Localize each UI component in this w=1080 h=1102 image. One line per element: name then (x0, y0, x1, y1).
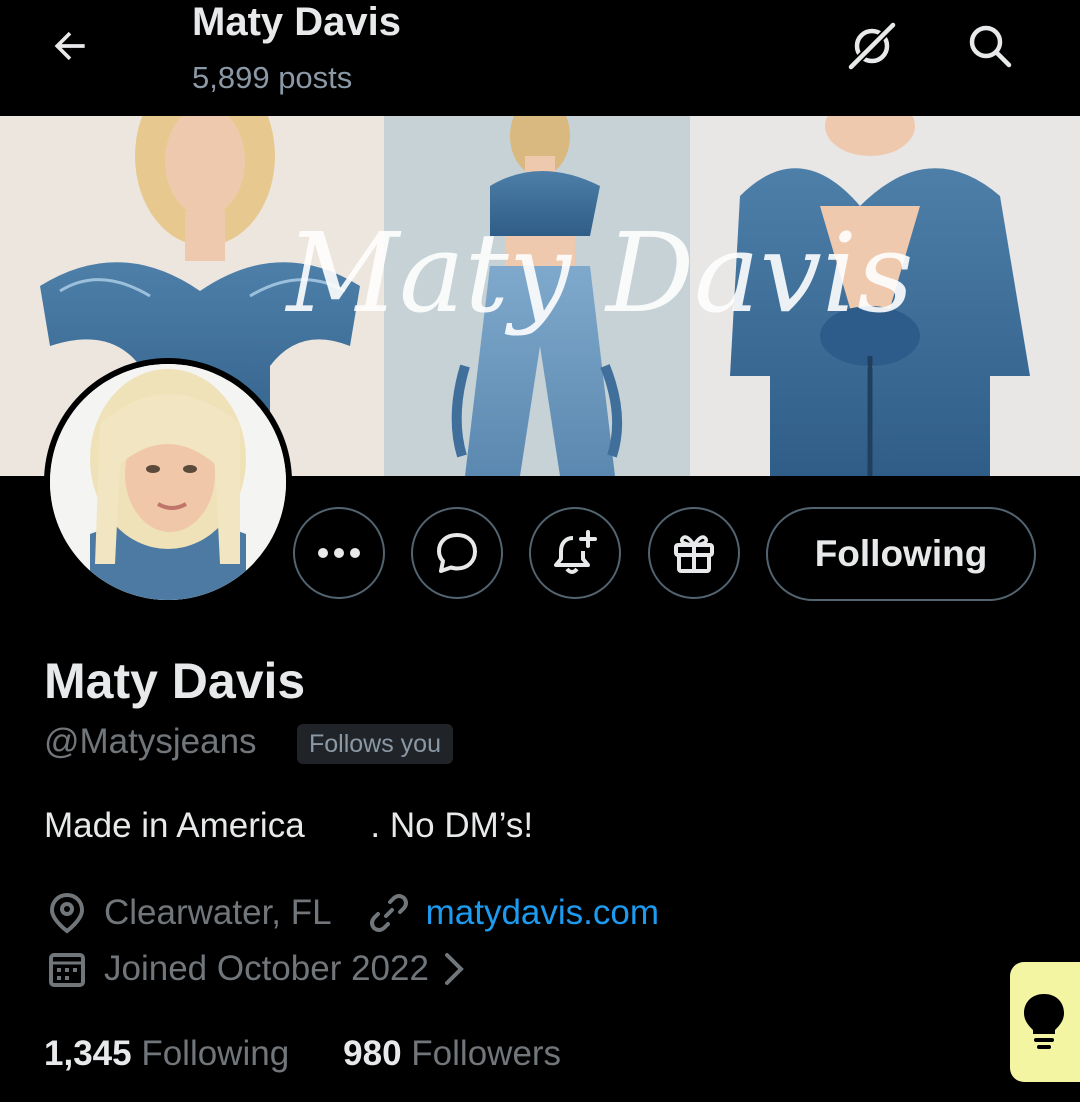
location-row: Clearwater, FL matydavis.com (44, 890, 659, 936)
lightbulb-icon (1024, 994, 1064, 1049)
gift-button[interactable] (648, 507, 740, 599)
profile-bio: Made in America . No DM’s! (44, 806, 533, 846)
post-count: 5,899 posts (192, 60, 353, 95)
followers-count: 980 (343, 1034, 402, 1073)
following-stat[interactable]: 1,345 Following (44, 1034, 289, 1074)
header-title: Maty Davis (192, 0, 401, 44)
location-text: Clearwater, FL (104, 893, 332, 932)
us-flag-icon (318, 809, 366, 843)
follow-stats: 1,345 Following 980 Followers (44, 1034, 615, 1074)
location-pin-icon (44, 890, 90, 936)
banner-watermark: Maty Davis (284, 209, 913, 337)
bio-text-start: Made in America (44, 806, 315, 845)
search-button[interactable] (960, 18, 1020, 74)
following-label: Following (131, 1034, 290, 1073)
follows-you-badge: Follows you (297, 724, 453, 764)
followers-stat[interactable]: 980 Followers (343, 1034, 561, 1074)
calendar-icon (44, 946, 90, 992)
profile-handle: @Matysjeans (44, 722, 257, 761)
more-horizontal-icon (318, 548, 360, 558)
arrow-left-icon (54, 31, 85, 61)
bell-plus-icon (554, 530, 597, 574)
more-button[interactable] (293, 507, 385, 599)
link-icon (366, 890, 412, 936)
notify-button[interactable] (529, 507, 621, 599)
message-button[interactable] (411, 507, 503, 599)
following-button[interactable]: Following (766, 507, 1036, 601)
followers-label: Followers (401, 1034, 562, 1073)
joined-row[interactable]: Joined October 2022 (44, 946, 465, 992)
bio-text-end: . No DM’s! (370, 806, 534, 845)
grok-icon (848, 22, 896, 70)
chevron-right-icon (443, 952, 465, 986)
gift-icon (674, 535, 714, 573)
message-bubble-icon (437, 533, 477, 573)
avatar-image (50, 364, 286, 600)
website-link[interactable]: matydavis.com (426, 893, 659, 933)
joined-text: Joined October 2022 (104, 949, 429, 988)
profile-name: Maty Davis (44, 653, 306, 709)
lightbulb-fab-button[interactable] (1010, 962, 1080, 1082)
search-icon (969, 25, 1012, 68)
top-bar: Maty Davis 5,899 posts (0, 0, 1080, 116)
following-count: 1,345 (44, 1034, 132, 1073)
grok-button[interactable] (842, 18, 902, 74)
back-button[interactable] (42, 22, 98, 70)
profile-avatar[interactable] (44, 358, 292, 606)
